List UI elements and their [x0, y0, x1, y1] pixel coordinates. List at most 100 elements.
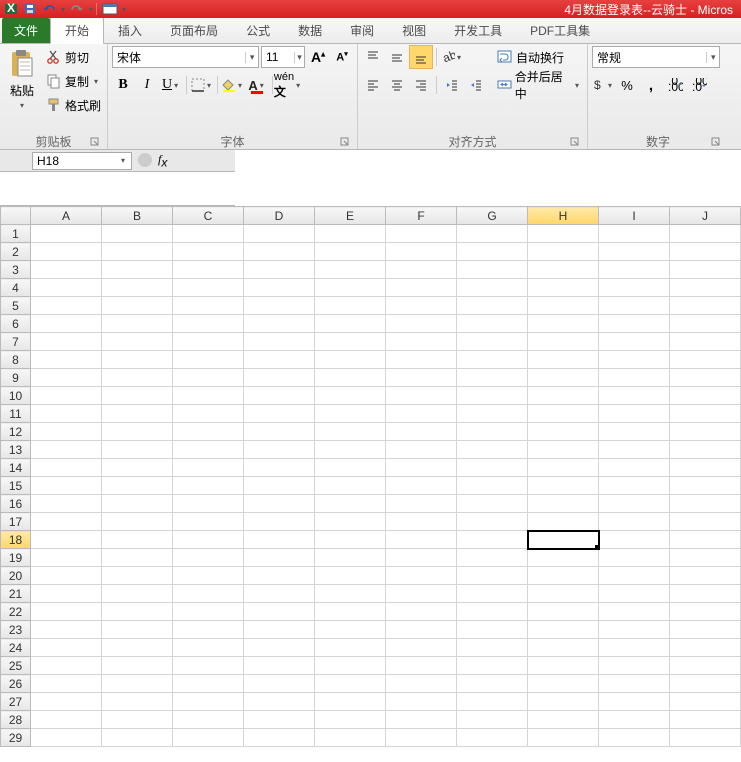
cell[interactable]	[528, 675, 599, 693]
cell[interactable]	[457, 441, 528, 459]
cell[interactable]	[173, 549, 244, 567]
cell[interactable]	[528, 585, 599, 603]
align-center-button[interactable]	[386, 74, 408, 96]
border-button[interactable]: ▾	[191, 74, 213, 96]
cell[interactable]	[457, 585, 528, 603]
cell[interactable]	[670, 603, 741, 621]
cell[interactable]	[386, 585, 457, 603]
tab-page-layout[interactable]: 页面布局	[156, 18, 232, 43]
cell[interactable]	[31, 495, 102, 513]
cell[interactable]	[244, 225, 315, 243]
cell[interactable]	[528, 729, 599, 747]
cell[interactable]	[386, 729, 457, 747]
cell[interactable]	[386, 477, 457, 495]
select-all-corner[interactable]	[1, 207, 31, 225]
cell[interactable]	[315, 297, 386, 315]
cell[interactable]	[315, 351, 386, 369]
cell[interactable]	[386, 297, 457, 315]
cell[interactable]	[244, 711, 315, 729]
cell[interactable]	[528, 423, 599, 441]
cell[interactable]	[386, 549, 457, 567]
cell[interactable]	[599, 585, 670, 603]
column-header[interactable]: G	[457, 207, 528, 225]
cell[interactable]	[599, 639, 670, 657]
cell[interactable]	[599, 621, 670, 639]
cell[interactable]	[173, 621, 244, 639]
cell[interactable]	[528, 639, 599, 657]
spreadsheet-grid[interactable]: ABCDEFGHIJ123456789101112131415161718192…	[0, 206, 741, 762]
cell[interactable]	[457, 657, 528, 675]
undo-icon[interactable]	[40, 1, 58, 17]
cell[interactable]	[244, 351, 315, 369]
cell[interactable]	[457, 513, 528, 531]
cell[interactable]	[599, 657, 670, 675]
cell[interactable]	[670, 495, 741, 513]
cell[interactable]	[457, 225, 528, 243]
cell[interactable]	[173, 261, 244, 279]
cell[interactable]	[102, 495, 173, 513]
cell[interactable]	[102, 333, 173, 351]
cell[interactable]	[457, 279, 528, 297]
row-header[interactable]: 19	[1, 549, 31, 567]
tab-view[interactable]: 视图	[388, 18, 440, 43]
cell[interactable]	[31, 531, 102, 549]
cell[interactable]	[315, 441, 386, 459]
cell[interactable]	[599, 297, 670, 315]
cell[interactable]	[31, 405, 102, 423]
row-header[interactable]: 10	[1, 387, 31, 405]
cell[interactable]	[102, 297, 173, 315]
cell[interactable]	[599, 225, 670, 243]
cell[interactable]	[315, 531, 386, 549]
cell[interactable]	[315, 513, 386, 531]
cell[interactable]	[386, 369, 457, 387]
cell[interactable]	[102, 405, 173, 423]
column-header[interactable]: F	[386, 207, 457, 225]
cell[interactable]	[244, 243, 315, 261]
cell[interactable]	[31, 639, 102, 657]
cell[interactable]	[528, 495, 599, 513]
fx-icon[interactable]: fx	[158, 152, 167, 169]
font-name-combo[interactable]: ▾	[112, 46, 259, 68]
format-painter-button[interactable]: 格式刷	[44, 94, 103, 116]
font-size-dropdown[interactable]: ▾	[294, 52, 304, 63]
cell[interactable]	[670, 675, 741, 693]
cell[interactable]	[315, 369, 386, 387]
cell[interactable]	[528, 621, 599, 639]
cell[interactable]	[244, 441, 315, 459]
cell[interactable]	[457, 351, 528, 369]
cell[interactable]	[244, 387, 315, 405]
number-format-combo[interactable]: ▾	[592, 46, 720, 68]
cell[interactable]	[31, 513, 102, 531]
underline-button[interactable]: U▾	[160, 74, 182, 96]
cell[interactable]	[670, 441, 741, 459]
cell[interactable]	[173, 369, 244, 387]
cell[interactable]	[173, 351, 244, 369]
cell[interactable]	[386, 639, 457, 657]
cell[interactable]	[386, 351, 457, 369]
row-header[interactable]: 9	[1, 369, 31, 387]
cell[interactable]	[386, 441, 457, 459]
cell[interactable]	[244, 369, 315, 387]
align-top-button[interactable]	[362, 46, 384, 68]
cell[interactable]	[528, 297, 599, 315]
row-header[interactable]: 27	[1, 693, 31, 711]
font-color-button[interactable]: A▾	[246, 74, 268, 96]
cell[interactable]	[31, 279, 102, 297]
cell[interactable]	[244, 423, 315, 441]
tab-home[interactable]: 开始	[50, 17, 104, 44]
cell[interactable]	[173, 495, 244, 513]
cell[interactable]	[173, 585, 244, 603]
qat-customize-dropdown[interactable]: ▾	[120, 5, 128, 14]
cell[interactable]	[528, 225, 599, 243]
cell[interactable]	[173, 639, 244, 657]
cell[interactable]	[599, 315, 670, 333]
cell[interactable]	[457, 423, 528, 441]
cell[interactable]	[173, 405, 244, 423]
cell[interactable]	[457, 621, 528, 639]
cell[interactable]	[173, 657, 244, 675]
cell[interactable]	[386, 261, 457, 279]
cell[interactable]	[528, 603, 599, 621]
cell[interactable]	[244, 693, 315, 711]
cell[interactable]	[102, 567, 173, 585]
cell[interactable]	[173, 567, 244, 585]
